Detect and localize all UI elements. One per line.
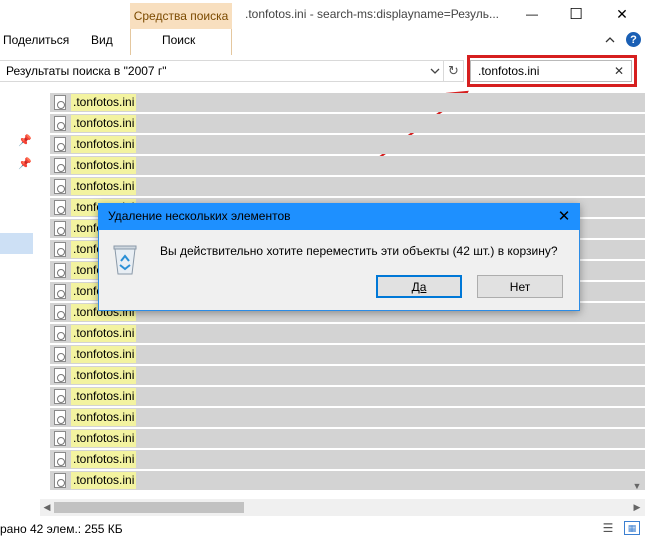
file-name: .tonfotos.ini — [71, 367, 137, 384]
file-icon — [54, 179, 66, 194]
file-name: .tonfotos.ini — [71, 472, 137, 489]
file-name: .tonfotos.ini — [71, 388, 137, 405]
file-name: .tonfotos.ini — [71, 94, 137, 111]
file-icon — [54, 473, 66, 488]
file-row[interactable]: .tonfotos.ini — [50, 387, 645, 406]
file-row[interactable]: .tonfotos.ini — [50, 114, 645, 133]
file-icon — [54, 389, 66, 404]
minimize-button[interactable]: — — [509, 0, 555, 28]
file-name: .tonfotos.ini — [71, 451, 137, 468]
file-row[interactable]: .tonfotos.ini — [50, 177, 645, 196]
recycle-bin-icon — [113, 245, 137, 275]
file-row[interactable]: .tonfotos.ini — [50, 156, 645, 175]
horizontal-scroll-thumb[interactable] — [54, 502, 244, 513]
file-row[interactable]: .tonfotos.ini — [50, 450, 645, 469]
file-icon — [54, 410, 66, 425]
red-highlight-frame — [467, 55, 637, 87]
help-icon[interactable]: ? — [626, 32, 641, 47]
file-row[interactable]: .tonfotos.ini — [50, 408, 645, 427]
details-view-icon[interactable]: ☰ — [600, 521, 616, 535]
file-icon — [54, 95, 66, 110]
navigation-pane — [0, 92, 38, 497]
file-row[interactable]: .tonfotos.ini — [50, 429, 645, 448]
dialog-close-icon[interactable]: ✕ — [552, 206, 576, 226]
file-name: .tonfotos.ini — [71, 115, 137, 132]
file-name: .tonfotos.ini — [71, 409, 137, 426]
file-row[interactable]: .tonfotos.ini — [50, 345, 645, 364]
maximize-button[interactable]: ☐ — [553, 0, 599, 28]
file-icon — [54, 326, 66, 341]
file-icon — [54, 347, 66, 362]
window-title: .tonfotos.ini - search-ms:displayname=Ре… — [245, 7, 500, 21]
file-icon — [54, 263, 66, 278]
scroll-down-icon[interactable]: ▼ — [630, 478, 644, 493]
file-name: .tonfotos.ini — [71, 346, 137, 363]
file-icon — [54, 137, 66, 152]
refresh-icon[interactable]: ↻ — [444, 60, 464, 82]
file-icon — [54, 452, 66, 467]
pin-icon[interactable]: 📌 — [18, 157, 32, 170]
file-icon — [54, 200, 66, 215]
pin-icon[interactable]: 📌 — [18, 134, 32, 147]
address-dropdown-icon[interactable] — [428, 64, 442, 78]
yes-button-label: Да — [411, 279, 427, 294]
dialog-message: Вы действительно хотите переместить эти … — [160, 244, 558, 258]
ribbon-collapse-icon[interactable] — [602, 32, 618, 48]
window-close-button[interactable]: ✕ — [599, 0, 645, 28]
tab-share[interactable]: Поделиться — [3, 33, 69, 51]
file-row[interactable]: .tonfotos.ini — [50, 93, 645, 112]
no-button[interactable]: Нет — [477, 275, 563, 298]
file-icon — [54, 431, 66, 446]
status-text: рано 42 элем.: 255 КБ — [0, 522, 123, 536]
file-name: .tonfotos.ini — [71, 325, 137, 342]
address-path: Результаты поиска в "2007 г" — [6, 64, 167, 78]
file-icon — [54, 221, 66, 236]
file-icon — [54, 158, 66, 173]
dialog-title: Удаление нескольких элементов — [108, 209, 291, 223]
scroll-right-icon[interactable]: ▶ — [630, 500, 644, 515]
file-icon — [54, 242, 66, 257]
file-icon — [54, 284, 66, 299]
file-icon — [54, 368, 66, 383]
file-icon — [54, 305, 66, 320]
file-row[interactable]: .tonfotos.ini — [50, 471, 645, 490]
file-name: .tonfotos.ini — [71, 136, 137, 153]
scroll-left-icon[interactable]: ◀ — [40, 500, 54, 515]
file-icon — [54, 116, 66, 131]
nav-selected-item[interactable] — [0, 233, 33, 254]
file-row[interactable]: .tonfotos.ini — [50, 135, 645, 154]
tab-view[interactable]: Вид — [91, 33, 113, 51]
file-row[interactable]: .tonfotos.ini — [50, 366, 645, 385]
yes-button[interactable]: Да — [376, 275, 462, 298]
file-name: .tonfotos.ini — [71, 178, 137, 195]
search-tools-contextual-header: Средства поиска — [130, 3, 232, 29]
large-icons-view-icon[interactable]: ▦ — [624, 521, 640, 535]
file-name: .tonfotos.ini — [71, 430, 137, 447]
file-row[interactable]: .tonfotos.ini — [50, 324, 645, 343]
file-name: .tonfotos.ini — [71, 157, 137, 174]
tab-search[interactable]: Поиск — [162, 33, 195, 51]
